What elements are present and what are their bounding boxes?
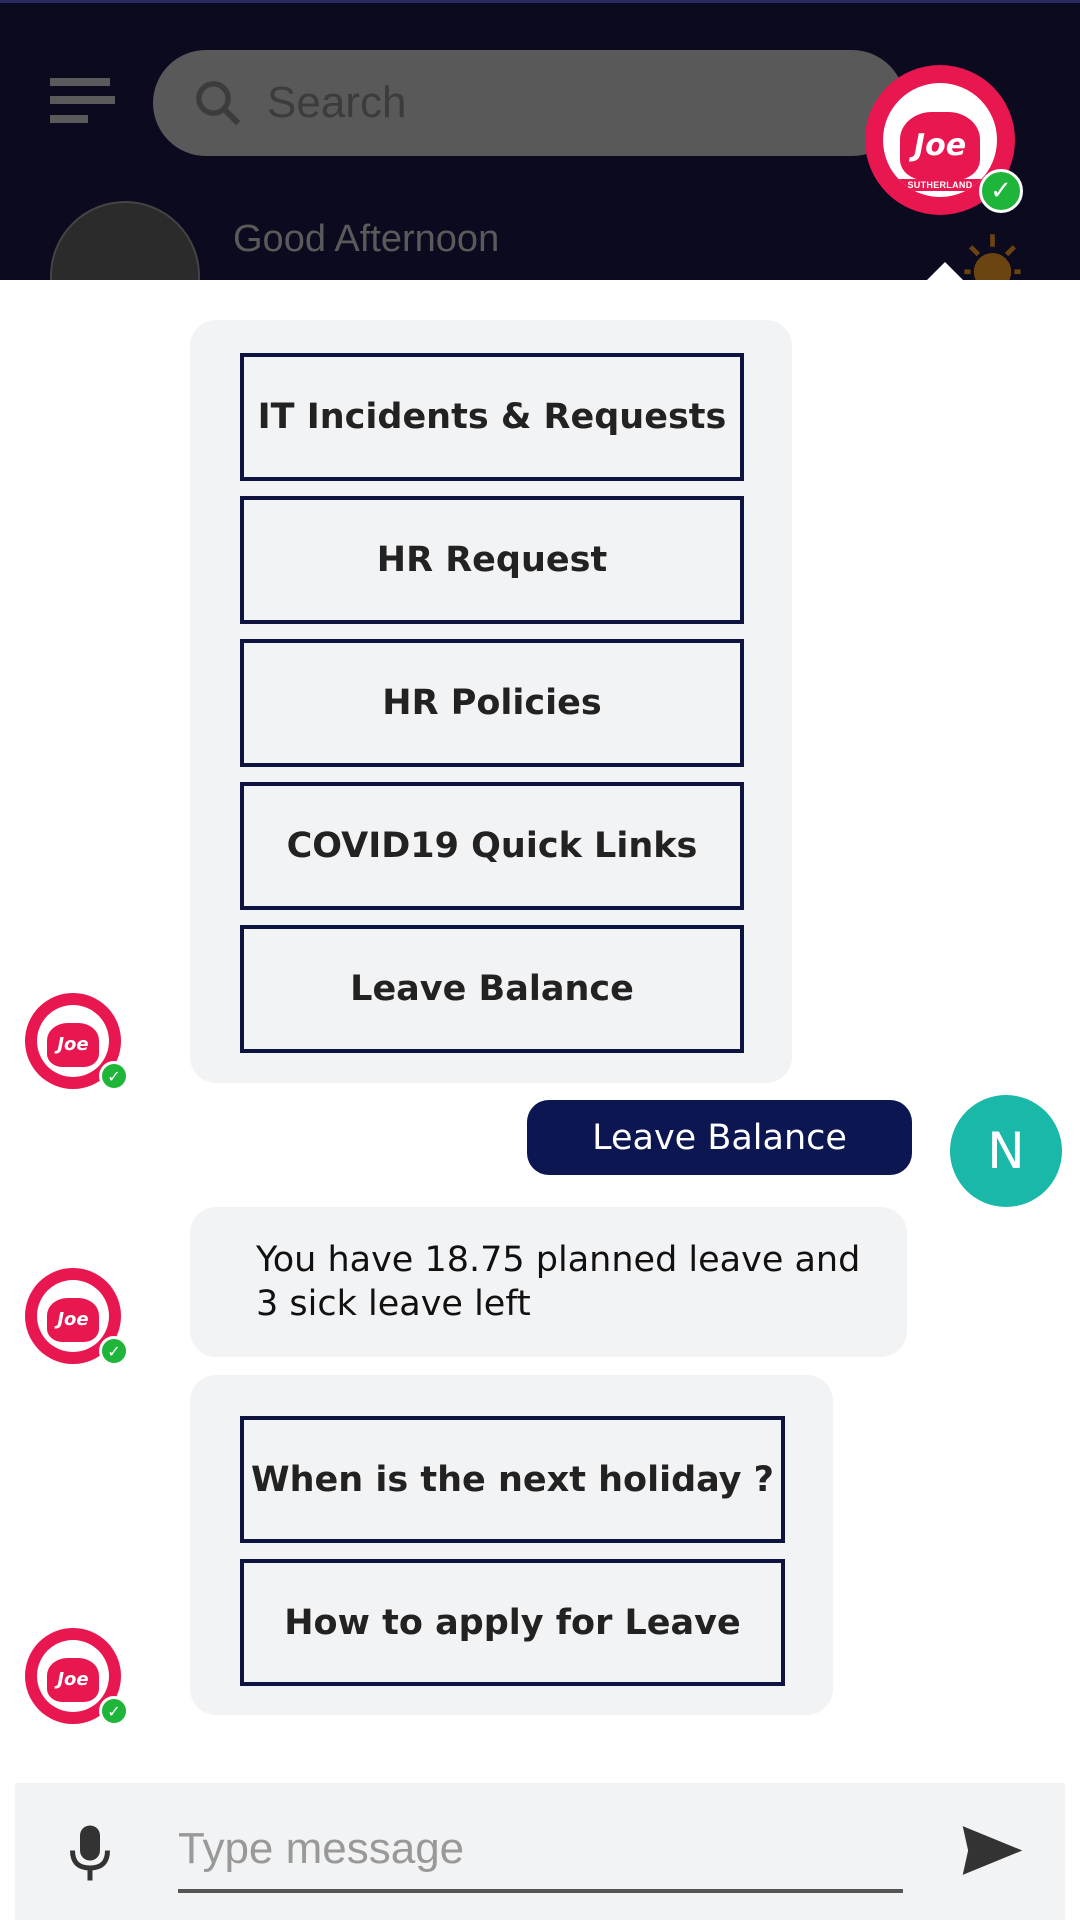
user-message-bubble: Leave Balance [527,1100,912,1175]
bot-options-bubble: IT Incidents & Requests HR Request HR Po… [190,320,792,1083]
option-it-incidents[interactable]: IT Incidents & Requests [240,353,744,481]
message-input[interactable] [178,1808,903,1893]
sun-icon [964,234,1021,280]
agent-logo-text: Joe [900,111,980,180]
online-check-icon: ✓ [99,1061,129,1091]
search-bar[interactable]: Search [153,50,905,156]
popover-arrow [925,262,965,282]
greeting-text: Good Afternoon [233,218,500,260]
bot-followup-bubble: When is the next holiday ? How to apply … [190,1375,833,1715]
option-hr-request[interactable]: HR Request [240,496,744,624]
bot-avatar: Joe ✓ [25,1628,129,1726]
send-icon[interactable] [960,1823,1025,1878]
menu-icon[interactable] [50,78,115,123]
app-header: Search Good Afternoon Joe SUTHERLAND ✓ [0,0,1080,280]
option-hr-policies[interactable]: HR Policies [240,639,744,767]
agent-logo[interactable]: Joe SUTHERLAND ✓ [865,65,1023,215]
option-apply-leave[interactable]: How to apply for Leave [240,1559,785,1686]
online-check-icon: ✓ [979,169,1023,213]
bot-reply-text: You have 18.75 planned leave and 3 sick … [256,1240,861,1324]
option-covid19-links[interactable]: COVID19 Quick Links [240,782,744,910]
online-check-icon: ✓ [99,1336,129,1366]
message-composer [15,1783,1065,1920]
microphone-icon[interactable] [65,1823,115,1883]
user-avatar: N [950,1095,1062,1207]
bot-avatar: Joe ✓ [25,993,129,1091]
profile-avatar[interactable] [50,201,200,280]
online-check-icon: ✓ [99,1696,129,1726]
search-placeholder: Search [267,78,407,127]
option-next-holiday[interactable]: When is the next holiday ? [240,1416,785,1543]
bot-avatar: Joe ✓ [25,1268,129,1366]
option-leave-balance[interactable]: Leave Balance [240,925,744,1053]
search-icon [196,81,241,126]
